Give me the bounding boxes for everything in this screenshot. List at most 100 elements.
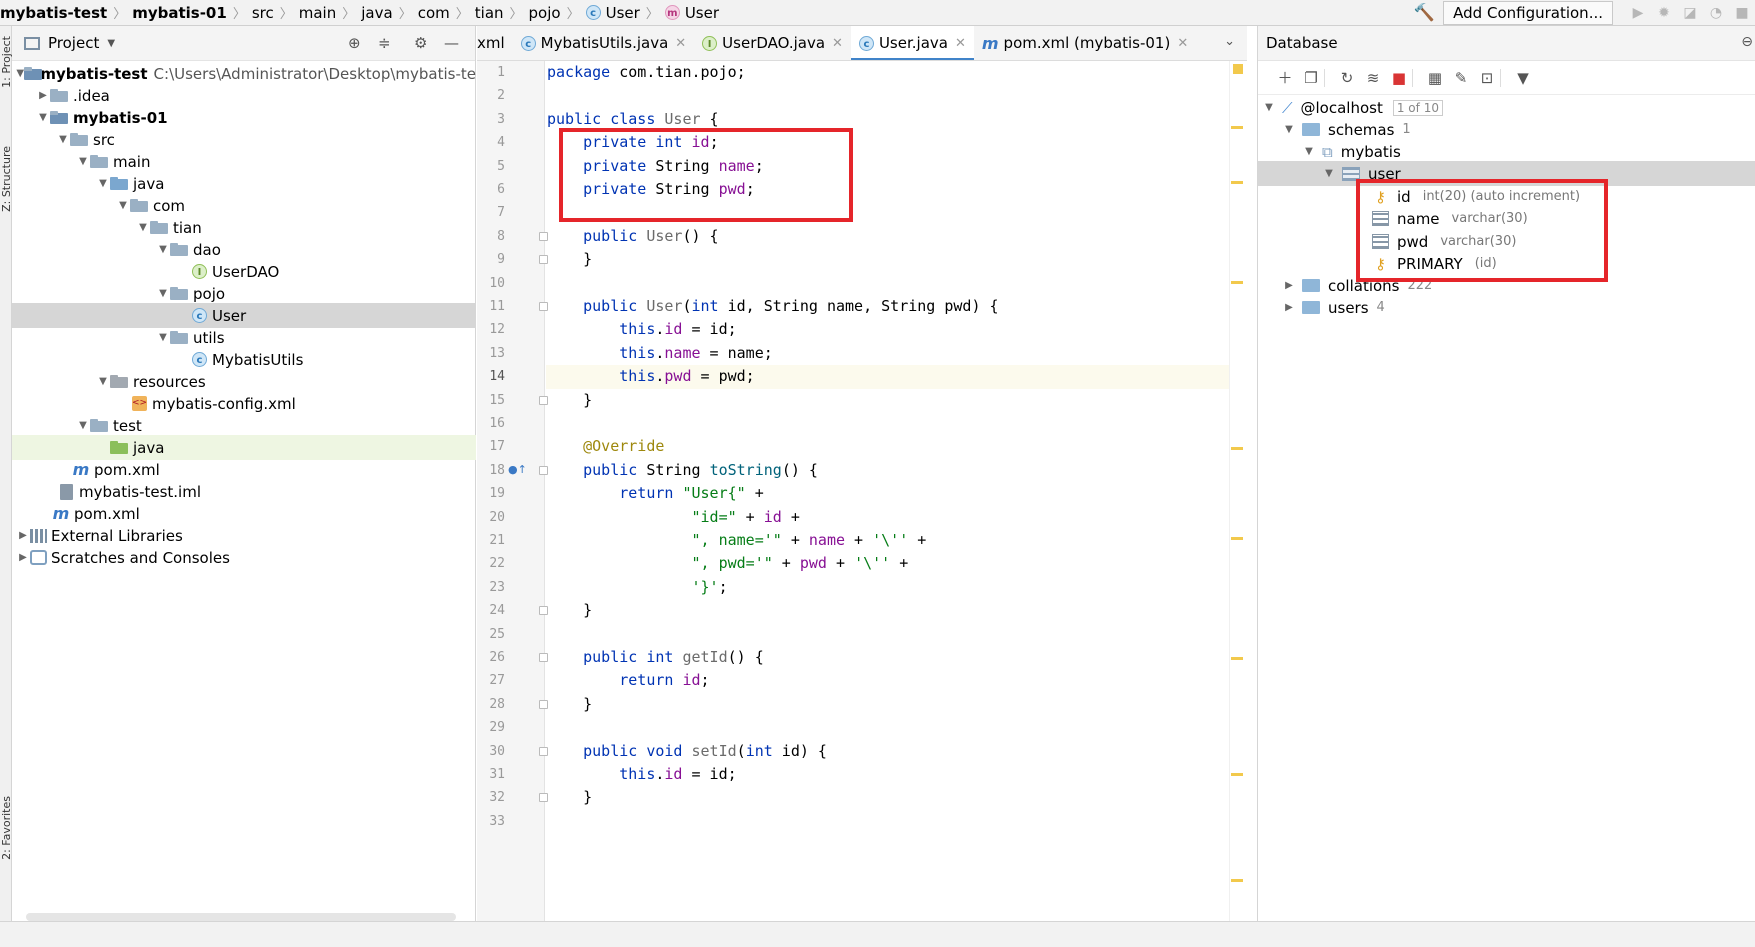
run-icon[interactable]: ▶ <box>1625 5 1651 21</box>
line-number: 6 <box>497 182 505 197</box>
maven-icon: m <box>52 504 70 523</box>
expand-arrow-icon[interactable]: ▼ <box>156 244 170 255</box>
package-icon <box>170 243 188 256</box>
separator <box>1412 68 1422 87</box>
override-icon[interactable]: ●↑ <box>508 463 527 476</box>
collapsed-arrow-icon[interactable]: ▶ <box>1282 302 1296 313</box>
breadcrumb-item-tian[interactable]: tian <box>475 4 504 22</box>
expand-arrow-icon[interactable]: ▼ <box>76 156 90 167</box>
settings-icon[interactable]: ⊖ <box>1741 34 1753 50</box>
expand-arrow-icon[interactable]: ▼ <box>36 112 50 123</box>
warning-marker[interactable] <box>1231 537 1243 540</box>
close-icon[interactable]: ✕ <box>1177 36 1188 51</box>
project-view-selector[interactable]: Project ▼ <box>24 34 115 52</box>
stop-icon[interactable]: ■ <box>1386 69 1412 87</box>
breadcrumb-item-com[interactable]: com <box>418 4 450 22</box>
close-icon[interactable]: ✕ <box>675 36 686 51</box>
expand-arrow-icon[interactable]: ▼ <box>96 376 110 387</box>
tree-item-scratches[interactable]: ▶ Scratches and Consoles <box>12 545 476 570</box>
line-number: 7 <box>497 205 505 221</box>
expand-arrow-icon[interactable]: ▼ <box>1322 168 1336 179</box>
code-line: } <box>547 250 593 269</box>
code-line: @Override <box>583 437 665 456</box>
warning-marker[interactable] <box>1231 126 1243 129</box>
maven-icon: m <box>72 460 90 479</box>
tab-userdao[interactable]: I UserDAO.java ✕ <box>694 26 851 60</box>
console-icon[interactable]: ⊡ <box>1474 69 1500 87</box>
warning-marker[interactable] <box>1231 657 1243 660</box>
test-source-folder-icon <box>110 441 128 454</box>
expand-arrow-icon[interactable]: ▼ <box>156 332 170 343</box>
warning-marker[interactable] <box>1231 773 1243 776</box>
expand-arrow-icon[interactable]: ▼ <box>16 68 24 79</box>
minimize-icon[interactable]: — <box>444 34 459 52</box>
close-icon[interactable]: ✕ <box>955 36 966 51</box>
refresh-icon[interactable]: ↻ <box>1334 69 1360 87</box>
collapsed-arrow-icon[interactable]: ▶ <box>16 552 30 563</box>
expand-arrow-icon[interactable]: ▼ <box>1262 102 1276 113</box>
horizontal-scrollbar[interactable] <box>26 913 456 921</box>
collapsed-arrow-icon[interactable]: ▶ <box>36 90 50 101</box>
filter-icon[interactable]: ▼ <box>1510 69 1536 87</box>
tab-xml[interactable]: xml <box>477 26 513 60</box>
method-icon: m <box>664 5 680 20</box>
profile-icon[interactable]: ◔ <box>1703 5 1729 21</box>
coverage-icon[interactable]: ◪ <box>1677 5 1703 21</box>
chevron-down-icon[interactable]: ⌄ <box>1224 34 1235 49</box>
tab-mybatisutils[interactable]: c MybatisUtils.java ✕ <box>513 26 695 60</box>
breadcrumb-item-pojo[interactable]: pojo <box>529 4 561 22</box>
tab-user[interactable]: c User.java ✕ <box>850 26 974 60</box>
line-number: 11 <box>489 299 505 314</box>
schema-icon: ⧉ <box>1322 142 1333 161</box>
warning-marker[interactable] <box>1231 879 1243 882</box>
breadcrumb-item-module[interactable]: mybatis-01 <box>132 4 227 22</box>
add-configuration-button[interactable]: Add Configuration... <box>1443 1 1613 25</box>
hammer-icon[interactable]: 🔨 <box>1411 1 1437 25</box>
expand-arrow-icon[interactable]: ▼ <box>96 178 110 189</box>
debug-icon[interactable]: ✹ <box>1651 5 1677 21</box>
line-number: 4 <box>497 135 505 151</box>
tool-tab-project[interactable]: 1: Project <box>0 36 13 88</box>
warning-marker[interactable] <box>1231 181 1243 184</box>
maven-icon: m <box>981 33 999 53</box>
expand-arrow-icon[interactable]: ▼ <box>1282 124 1296 135</box>
gear-icon[interactable]: ⚙ <box>414 34 427 52</box>
collapse-all-icon[interactable]: ≑ <box>378 34 391 52</box>
expand-arrow-icon[interactable]: ▼ <box>1302 146 1316 157</box>
breadcrumb-item-member[interactable]: User <box>685 4 719 22</box>
collapsed-arrow-icon[interactable]: ▶ <box>1282 280 1296 291</box>
breadcrumb-item-main[interactable]: main <box>299 4 336 22</box>
breadcrumb-item-java[interactable]: java <box>361 4 392 22</box>
expand-arrow-icon[interactable]: ▼ <box>116 200 130 211</box>
error-stripe[interactable] <box>1229 61 1247 921</box>
breadcrumb-item-class[interactable]: User <box>606 4 640 22</box>
expand-arrow-icon[interactable]: ▼ <box>156 288 170 299</box>
warning-marker[interactable] <box>1231 281 1243 284</box>
expand-arrow-icon[interactable]: ▼ <box>136 222 150 233</box>
xml-file-icon: <> <box>132 396 147 411</box>
collapsed-arrow-icon[interactable]: ▶ <box>16 530 30 541</box>
warning-marker[interactable] <box>1231 447 1243 450</box>
breadcrumb-item-project[interactable]: mybatis-test <box>0 4 107 22</box>
tab-pom[interactable]: m pom.xml (mybatis-01) ✕ <box>974 26 1196 60</box>
locate-icon[interactable]: ⊕ <box>348 34 361 52</box>
tool-tab-favorites[interactable]: 2: Favorites <box>0 796 13 860</box>
edit-icon[interactable]: ✎ <box>1448 69 1474 87</box>
tool-tab-structure[interactable]: Z: Structure <box>0 146 13 212</box>
table-editor-icon[interactable]: ▦ <box>1422 69 1448 87</box>
expand-arrow-icon[interactable]: ▼ <box>56 134 70 145</box>
left-tool-strip: 1: Project Z: Structure 2: Favorites <box>0 26 13 947</box>
stop-icon[interactable]: ■ <box>1729 5 1755 21</box>
warning-icon[interactable] <box>1233 64 1243 74</box>
add-icon[interactable]: ＋ <box>1272 67 1298 88</box>
line-number: 2 <box>497 88 505 104</box>
close-icon[interactable]: ✕ <box>832 36 843 51</box>
package-icon <box>170 331 188 344</box>
run-toolbar: 🔨 Add Configuration... ▶ ✹ ◪ ◔ ■ <box>1411 0 1755 26</box>
schema-sync-icon[interactable]: ≋ <box>1360 69 1386 87</box>
expand-arrow-icon[interactable]: ▼ <box>76 420 90 431</box>
copy-icon[interactable]: ❐ <box>1298 69 1324 87</box>
breadcrumb-item-src[interactable]: src <box>252 4 274 22</box>
db-users[interactable]: ▶ users 4 <box>1258 295 1755 320</box>
